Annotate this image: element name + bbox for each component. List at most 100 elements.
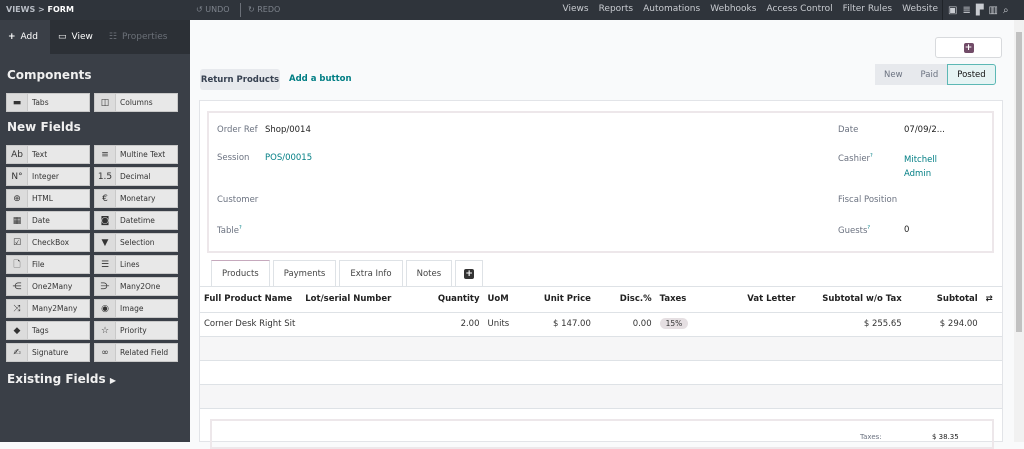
existing-fields-toggle[interactable]: Existing Fields ▶ [7, 372, 116, 386]
field-label: Priority [120, 326, 147, 335]
form-sheet: Order Ref Shop/0014 Session POS/00015 Cu… [199, 100, 1003, 449]
breadcrumb-views[interactable]: VIEWS [6, 5, 35, 14]
tab-add[interactable]: + Add [0, 20, 50, 54]
status-paid[interactable]: Paid [911, 64, 948, 85]
field-many2one[interactable]: ⋺ Many2One [94, 277, 178, 296]
field-tabs[interactable]: ▬ Tabs [6, 93, 90, 112]
field-date[interactable]: ▦ Date [6, 211, 90, 230]
field-columns[interactable]: ◫ Columns [94, 93, 178, 112]
order-ref-label: Order Ref [217, 125, 258, 135]
field-monetary[interactable]: € Monetary [94, 189, 178, 208]
col-subtotal[interactable]: Subtotal [905, 287, 982, 313]
one2many-icon: ⋲ [7, 278, 28, 295]
form-view-icon[interactable]: ▣ [948, 5, 957, 16]
tab-products[interactable]: Products [211, 260, 270, 286]
add-a-button[interactable]: Add a button [289, 74, 352, 84]
field-html[interactable]: ⊕ HTML [6, 189, 90, 208]
table-row[interactable]: Corner Desk Right Sit 2.00 Units $ 147.0… [200, 312, 1002, 337]
list-view-icon[interactable]: ≣ [962, 5, 970, 16]
field-lines[interactable]: ☰ Lines [94, 255, 178, 274]
optional-columns-icon[interactable]: ⇄ [981, 287, 1002, 313]
field-image[interactable]: ◉ Image [94, 299, 178, 318]
nav-webhooks[interactable]: Webhooks [710, 4, 756, 14]
tab-extra-info[interactable]: Extra Info [339, 260, 403, 286]
status-new[interactable]: New [875, 64, 912, 85]
nav-automations[interactable]: Automations [643, 4, 700, 14]
field-tags[interactable]: ◆ Tags [6, 321, 90, 340]
col-discount[interactable]: Disc.% [594, 287, 656, 313]
image-icon: ◉ [95, 300, 116, 317]
field-signature[interactable]: ✍ Signature [6, 343, 90, 362]
field-checkbox[interactable]: ☑ CheckBox [6, 233, 90, 252]
field-datetime[interactable]: ◙ Datetime [94, 211, 178, 230]
field-label: Many2One [120, 282, 161, 291]
add-tab-button[interactable]: + [455, 260, 484, 286]
cell-unit-price: $ 147.00 [524, 312, 595, 337]
guests-value: 0 [904, 225, 910, 235]
field-label: Text [32, 150, 48, 159]
redo-button[interactable]: ↻ REDO [248, 5, 280, 14]
col-quantity[interactable]: Quantity [412, 287, 484, 313]
col-lot[interactable]: Lot/serial Number [301, 287, 413, 313]
nav-access-control[interactable]: Access Control [766, 4, 832, 14]
field-label: Many2Many [32, 304, 78, 313]
field-text[interactable]: Ab Text [6, 145, 90, 164]
tab-properties: ☷ Properties [101, 20, 176, 54]
field-file[interactable]: 🗋 File [6, 255, 90, 274]
empty-row [200, 336, 1002, 361]
field-related-field[interactable]: ∞ Related Field [94, 343, 178, 362]
undo-button[interactable]: ↺ UNDO [196, 5, 230, 14]
tab-payments[interactable]: Payments [272, 260, 337, 286]
breadcrumb-form: FORM [47, 5, 74, 14]
col-uom[interactable]: UoM [483, 287, 524, 313]
cell-uom: Units [483, 312, 524, 337]
order-lines-table: Full Product Name Lot/serial Number Quan… [200, 287, 1002, 409]
plus-icon: + [8, 32, 16, 42]
monetary-icon: € [95, 190, 116, 207]
nav-reports[interactable]: Reports [599, 4, 634, 14]
decimal-icon: 1.5 [95, 168, 116, 185]
pivot-view-icon[interactable]: ▥ [989, 5, 998, 16]
scrollbar[interactable] [1014, 20, 1024, 442]
cell-taxes: 15% [655, 312, 727, 337]
field-label: Date [32, 216, 50, 225]
tab-notes[interactable]: Notes [405, 260, 453, 286]
field-priority[interactable]: ☆ Priority [94, 321, 178, 340]
col-unit-price[interactable]: Unit Price [524, 287, 595, 313]
tab-label: Add [20, 32, 38, 42]
tab-view[interactable]: ▭ View [50, 20, 101, 54]
field-multine-text[interactable]: ≡ Multine Text [94, 145, 178, 164]
field-label: Related Field [120, 348, 169, 357]
nav-views[interactable]: Views [563, 4, 589, 14]
field-label: Monetary [120, 194, 156, 203]
field-integer[interactable]: N° Integer [6, 167, 90, 186]
redo-label: REDO [257, 5, 281, 14]
col-subtotal-wo-tax[interactable]: Subtotal w/o Tax [799, 287, 906, 313]
field-selection[interactable]: ▼ Selection [94, 233, 178, 252]
col-taxes[interactable]: Taxes [655, 287, 727, 313]
nav-filter-rules[interactable]: Filter Rules [843, 4, 892, 14]
nav-website[interactable]: Website [902, 4, 938, 14]
field-one2many[interactable]: ⋲ One2Many [6, 277, 90, 296]
cell-empty [981, 312, 1002, 337]
col-product[interactable]: Full Product Name [200, 287, 302, 313]
search-icon[interactable]: ⌕ [1003, 5, 1009, 16]
return-products-button[interactable]: Return Products [200, 69, 280, 90]
cashier-link[interactable]: Mitchell Admin [904, 153, 937, 181]
field-label: Signature [32, 348, 69, 357]
col-vat-letter[interactable]: Vat Letter [726, 287, 800, 313]
priority-icon: ☆ [95, 322, 116, 339]
status-posted[interactable]: Posted [947, 64, 996, 85]
cell-lot [301, 312, 413, 337]
fiscal-position-label: Fiscal Position [838, 195, 898, 205]
scrollbar-thumb[interactable] [1016, 32, 1022, 332]
html-icon: ⊕ [7, 190, 28, 207]
top-bar: VIEWS > FORM ↺ UNDO ↻ REDO Views Reports… [0, 0, 1024, 20]
session-link[interactable]: POS/00015 [265, 153, 312, 163]
table-label: Table? [217, 225, 242, 236]
field-decimal[interactable]: 1.5 Decimal [94, 167, 178, 186]
add-smart-button[interactable]: + [935, 37, 1002, 58]
field-many2many[interactable]: ⤨ Many2Many [6, 299, 90, 318]
order-info-group[interactable]: Order Ref Shop/0014 Session POS/00015 Cu… [207, 111, 994, 253]
kanban-view-icon[interactable]: ▛ [976, 5, 984, 16]
